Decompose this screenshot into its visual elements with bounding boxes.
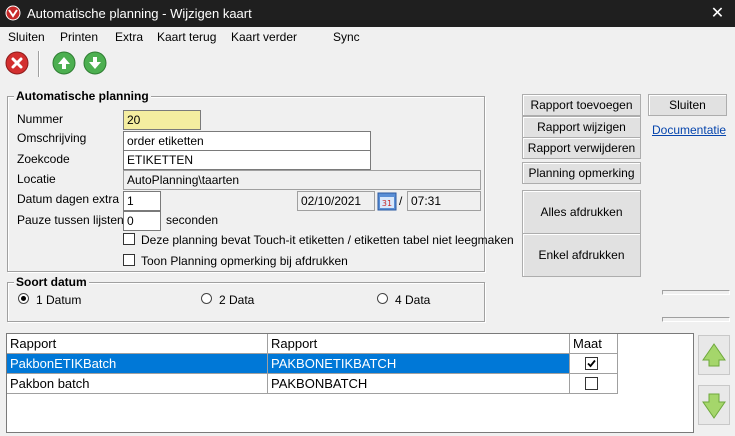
toolbar [0,47,735,81]
datum-dagen-extra-label: Datum dagen extra [17,192,120,206]
move-up-button[interactable] [698,335,730,375]
menu-bar: Sluiten Printen Extra Kaart terug Kaart … [0,27,735,47]
menu-sync[interactable]: Sync [333,30,360,44]
omschrijving-field[interactable]: order etiketten [123,131,371,151]
table-row-1-rapport[interactable]: PakbonETIKBatch [7,354,268,374]
radio-1-datum[interactable] [18,293,29,304]
status-bar-1 [662,290,730,295]
datum-dagen-extra-field[interactable]: 1 [123,191,161,211]
menu-printen[interactable]: Printen [60,30,98,44]
window-close-button[interactable]: ✕ [700,0,735,27]
menu-kaart-verder[interactable]: Kaart verder [231,30,297,44]
radio-4-data[interactable] [377,293,388,304]
locatie-label: Locatie [17,172,56,186]
svg-text:31: 31 [382,199,392,208]
table-row-2-rapport[interactable]: Pakbon batch [7,374,268,394]
toon-opmerking-label: Toon Planning opmerking bij afdrukken [141,254,348,268]
soort-datum-title: Soort datum [14,275,89,289]
touch-it-checkbox[interactable] [123,233,135,245]
toolbar-separator [38,51,40,77]
status-bar-2 [662,317,730,322]
menu-extra[interactable]: Extra [115,30,143,44]
rapport-wijzigen-button[interactable]: Rapport wijzigen [522,116,641,138]
app-icon [5,5,21,21]
pauze-label: Pauze tussen lijsten [17,213,124,227]
title-bar: Automatische planning - Wijzigen kaart ✕ [0,0,735,27]
nummer-label: Nummer [17,112,64,126]
arrow-down-icon[interactable] [83,51,107,75]
nummer-field[interactable]: 20 [123,110,201,130]
sluiten-button[interactable]: Sluiten [648,94,727,116]
move-up-icon [702,343,726,367]
locatie-field: AutoPlanning\taarten [123,170,481,190]
rapport-verwijderen-button[interactable]: Rapport verwijderen [522,137,641,159]
calendar-icon[interactable]: 31 [377,191,397,211]
documentatie-link[interactable]: Documentatie [652,123,726,137]
omschrijving-label: Omschrijving [17,131,87,145]
radio-2-data[interactable] [201,293,212,304]
arrow-up-icon[interactable] [52,51,76,75]
touch-it-label: Deze planning bevat Touch-it etiketten /… [141,233,514,247]
radio-4-data-label: 4 Data [395,293,431,307]
menu-kaart-terug[interactable]: Kaart terug [157,30,216,44]
time-field: 07:31 [407,191,481,211]
date-time-separator: / [399,194,403,208]
column-header-rapport-2[interactable]: Rapport [268,334,570,354]
date-field: 02/10/2021 [297,191,375,211]
menu-sluiten[interactable]: Sluiten [8,30,45,44]
rapport-grid[interactable]: Rapport Rapport Maat PakbonETIKBatch PAK… [6,333,694,433]
table-row-1-maat-checkbox[interactable] [585,357,598,370]
move-down-button[interactable] [698,385,730,425]
alles-afdrukken-button[interactable]: Alles afdrukken [522,190,641,234]
planning-opmerking-button[interactable]: Planning opmerking [522,162,641,184]
close-icon[interactable] [5,51,29,75]
zoekcode-field[interactable]: ETIKETTEN [123,150,371,170]
move-down-icon [702,393,726,419]
table-row-2-code[interactable]: PAKBONBATCH [268,374,570,394]
radio-1-datum-label: 1 Datum [36,293,82,307]
table-row-1-code[interactable]: PAKBONETIKBATCH [268,354,570,374]
rapport-toevoegen-button[interactable]: Rapport toevoegen [522,94,641,116]
table-row-2-maat-checkbox[interactable] [585,377,598,390]
zoekcode-label: Zoekcode [17,152,70,166]
toon-opmerking-checkbox[interactable] [123,254,135,266]
pauze-field[interactable]: 0 [123,211,161,231]
enkel-afdrukken-button[interactable]: Enkel afdrukken [522,233,641,277]
column-header-rapport-1[interactable]: Rapport [7,334,268,354]
radio-2-data-label: 2 Data [219,293,255,307]
seconden-label: seconden [166,213,219,227]
planning-group-title: Automatische planning [14,89,151,103]
column-header-maat[interactable]: Maat [570,334,618,354]
window-title: Automatische planning - Wijzigen kaart [27,6,252,21]
